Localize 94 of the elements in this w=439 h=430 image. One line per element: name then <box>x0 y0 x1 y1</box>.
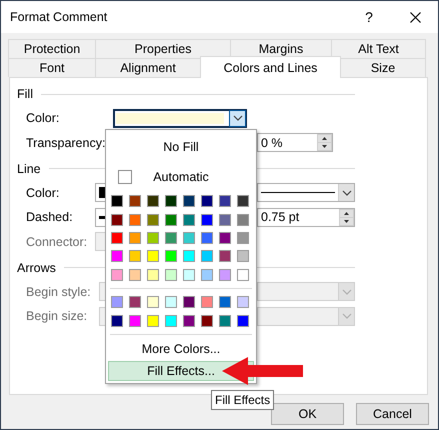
color-swatch[interactable] <box>147 268 159 281</box>
color-swatch[interactable] <box>129 195 141 208</box>
spinner-arrows-icon[interactable] <box>317 134 332 151</box>
field-label: Begin style: <box>26 284 91 298</box>
close-icon[interactable] <box>410 12 420 22</box>
color-swatch[interactable] <box>237 214 249 226</box>
color-swatch[interactable] <box>201 250 213 262</box>
tab[interactable]: Size <box>340 58 426 77</box>
color-swatch[interactable] <box>129 250 141 262</box>
dialog-button[interactable]: OK <box>271 403 344 425</box>
chevron-icon <box>342 288 352 294</box>
spinner-arrows-icon[interactable] <box>339 208 354 226</box>
color-swatch[interactable] <box>165 195 177 208</box>
color-swatch[interactable] <box>129 214 141 226</box>
chevron-icon <box>232 115 242 121</box>
color-swatch[interactable] <box>111 214 123 226</box>
color-swatch[interactable] <box>183 214 195 226</box>
solid-line-icon <box>261 192 335 193</box>
color-swatch[interactable] <box>147 250 159 262</box>
color-swatch[interactable] <box>201 314 213 327</box>
menu-item[interactable]: More Colors... <box>108 338 254 359</box>
field-label: Begin size: <box>26 309 88 323</box>
color-swatch[interactable] <box>111 195 123 208</box>
section-heading: Line <box>17 162 41 176</box>
color-swatch[interactable] <box>129 296 141 308</box>
tab[interactable]: Properties <box>95 39 231 58</box>
dialog-button[interactable]: Cancel <box>356 403 429 425</box>
color-swatch[interactable] <box>183 268 195 281</box>
color-swatch[interactable] <box>219 314 231 327</box>
color-swatch[interactable] <box>165 296 177 308</box>
section-heading: Fill <box>17 87 33 101</box>
color-swatch[interactable] <box>201 296 213 308</box>
tab[interactable]: Colors and Lines <box>200 56 341 78</box>
tab[interactable]: Font <box>8 58 96 77</box>
color-swatch[interactable] <box>165 214 177 226</box>
color-swatch[interactable] <box>111 268 123 281</box>
color-swatch[interactable] <box>237 250 249 262</box>
tab[interactable]: Alt Text <box>331 39 426 58</box>
color-swatch[interactable] <box>147 314 159 327</box>
color-swatch[interactable] <box>111 250 123 262</box>
color-swatch[interactable] <box>201 232 213 244</box>
color-swatch[interactable] <box>219 250 231 262</box>
color-swatch[interactable] <box>237 232 249 244</box>
color-swatch[interactable] <box>219 232 231 244</box>
window-title: Format Comment <box>10 10 108 24</box>
color-swatch[interactable] <box>147 214 159 226</box>
color-swatch[interactable] <box>165 232 177 244</box>
color-swatch[interactable] <box>165 250 177 262</box>
color-swatch[interactable] <box>183 232 195 244</box>
chevron-icon <box>342 313 352 319</box>
color-swatch[interactable] <box>165 268 177 281</box>
color-swatch[interactable] <box>201 214 213 226</box>
tab[interactable]: Alignment <box>95 58 201 77</box>
color-swatch[interactable] <box>183 250 195 262</box>
color-swatch[interactable] <box>183 195 195 208</box>
color-dropdown[interactable] <box>113 108 247 128</box>
color-swatch[interactable] <box>147 296 159 308</box>
color-swatch[interactable] <box>183 296 195 308</box>
color-swatch[interactable] <box>237 296 249 308</box>
color-swatch[interactable] <box>219 195 231 208</box>
color-swatch[interactable] <box>201 195 213 208</box>
color-swatch[interactable] <box>237 268 249 281</box>
chevron-icon <box>342 190 352 196</box>
section-heading: Arrows <box>17 260 56 274</box>
color-swatch[interactable] <box>129 314 141 327</box>
help-button[interactable]: ? <box>346 9 392 25</box>
color-swatch[interactable] <box>147 195 159 208</box>
no-fill-option[interactable]: No Fill <box>108 137 254 157</box>
color-swatch[interactable] <box>129 268 141 281</box>
spinner-field[interactable]: 0 % <box>257 133 333 152</box>
checkbox[interactable] <box>118 170 132 184</box>
field-label: Connector: <box>26 234 88 248</box>
tab[interactable]: Protection <box>8 39 96 58</box>
tooltip: Fill Effects <box>211 390 274 410</box>
color-swatch[interactable] <box>219 296 231 308</box>
automatic-option[interactable]: Automatic <box>108 167 254 187</box>
color-swatch[interactable] <box>219 214 231 226</box>
line-style-dropdown[interactable] <box>257 183 355 202</box>
color-swatch[interactable] <box>219 268 231 281</box>
color-swatch[interactable] <box>111 314 123 327</box>
field-label: Color: <box>26 111 60 125</box>
color-swatch[interactable] <box>111 296 123 308</box>
field-label: Dashed: <box>26 210 74 224</box>
color-swatch[interactable] <box>147 232 159 244</box>
color-swatch[interactable] <box>129 232 141 244</box>
color-swatch[interactable] <box>237 314 249 327</box>
color-swatch[interactable] <box>111 232 123 244</box>
field-label: Transparency: <box>26 136 106 150</box>
color-swatch[interactable] <box>201 268 213 281</box>
color-swatch[interactable] <box>165 314 177 327</box>
field-label: Color: <box>26 186 60 200</box>
color-swatch[interactable] <box>237 195 249 208</box>
color-swatch[interactable] <box>183 314 195 327</box>
spinner-field[interactable]: 0.75 pt <box>257 208 355 226</box>
